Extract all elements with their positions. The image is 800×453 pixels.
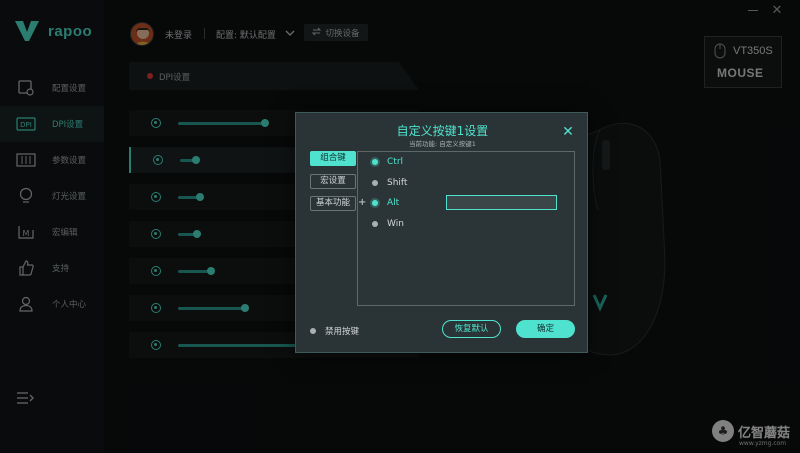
custom-key-dialog: 自定义按键1设置 当前功能: 自定义按键1 ✕ 组合键 宏设置 基本功能 Ctr… [295, 112, 588, 353]
disable-key-option[interactable]: 禁用按键 [310, 325, 359, 337]
dialog-subtitle: 当前功能: 自定义按键1 [409, 140, 476, 148]
modifier-key-panel: Ctrl Shift Alt Win [357, 151, 575, 306]
dialog-title: 自定义按键1设置 [396, 124, 489, 138]
modifier-win[interactable]: Win [372, 217, 404, 231]
modifier-label: Alt [387, 198, 400, 208]
checkbox[interactable] [372, 180, 378, 186]
modifier-label: Shift [387, 178, 408, 188]
checkbox[interactable] [372, 200, 378, 206]
checkbox[interactable] [372, 159, 378, 165]
restore-default-button[interactable]: 恢复默认 [442, 320, 501, 338]
modifier-alt[interactable]: Alt [372, 196, 399, 210]
plus-sign: + [358, 197, 367, 208]
tab-combo-key[interactable]: 组合键 [310, 151, 356, 166]
modifier-shift[interactable]: Shift [372, 176, 407, 190]
modifier-label: Win [387, 219, 404, 229]
checkbox[interactable] [310, 328, 316, 334]
combo-key-input[interactable] [446, 195, 557, 210]
tab-basic-function[interactable]: 基本功能 [310, 196, 356, 211]
modifier-ctrl[interactable]: Ctrl [372, 155, 403, 169]
confirm-button[interactable]: 确定 [516, 320, 575, 338]
disable-key-label: 禁用按键 [325, 327, 360, 337]
modifier-label: Ctrl [387, 157, 404, 167]
close-icon[interactable]: ✕ [562, 125, 574, 139]
checkbox[interactable] [372, 221, 378, 227]
tab-macro[interactable]: 宏设置 [310, 174, 356, 189]
